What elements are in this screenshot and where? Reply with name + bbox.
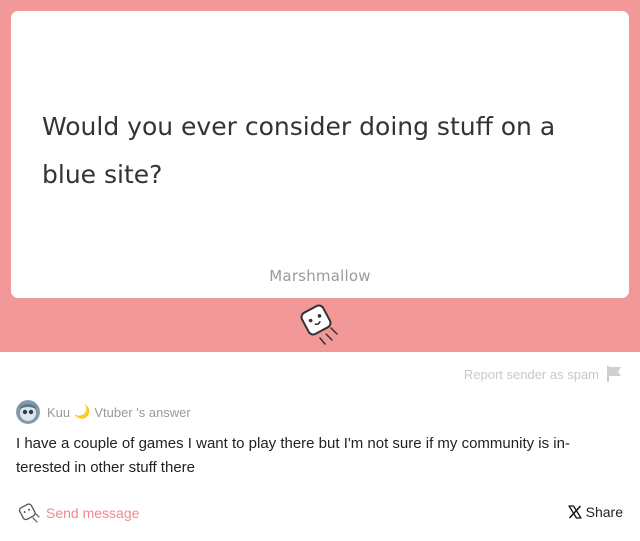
answerer-name[interactable]: Kuu — [47, 405, 70, 420]
report-spam-label: Report sender as spam — [463, 366, 599, 382]
question-text: Would you ever consider doing stuff on a… — [42, 112, 556, 189]
avatar[interactable] — [16, 400, 40, 424]
marshmallow-mascot-icon — [296, 300, 344, 348]
marshmallow-icon — [18, 503, 40, 523]
question-banner: Would you ever consider doing stuff on a… — [0, 0, 640, 352]
moon-emoji: 🌙 — [74, 404, 91, 419]
send-message-button[interactable]: Send message — [18, 502, 139, 524]
flag-icon — [607, 366, 621, 382]
x-logo-icon — [567, 505, 582, 519]
answer-text: I have a couple of games I want to play … — [16, 435, 570, 476]
share-label: Share — [585, 504, 623, 520]
answer-by-label: Vtuber 's answer — [94, 404, 191, 420]
share-button[interactable]: Share — [567, 504, 623, 520]
brand-label: Marshmallow — [269, 267, 371, 285]
report-spam-button[interactable]: Report sender as spam — [464, 365, 623, 383]
answer-section: Report sender as spam Kuu 🌙 Vtuber 's an… — [0, 352, 640, 541]
send-message-label: Send message — [46, 505, 140, 521]
question-card: Would you ever consider doing stuff on a… — [11, 11, 629, 298]
answerer-info: Kuu 🌙 Vtuber 's answer — [16, 400, 191, 424]
